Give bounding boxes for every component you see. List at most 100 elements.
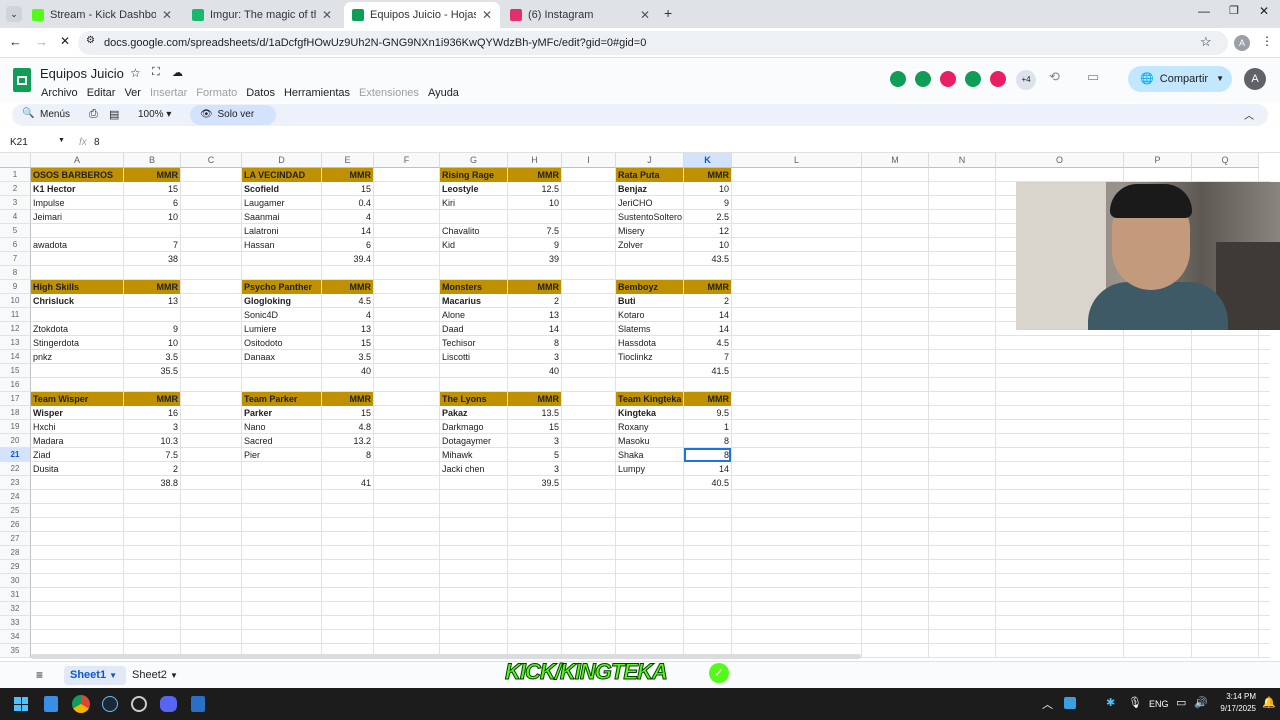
team-name-cell[interactable]: Monsters (440, 280, 507, 294)
player-name-cell[interactable]: Jeimari (31, 210, 123, 224)
team-name-cell[interactable]: High Skills (31, 280, 123, 294)
row-header[interactable]: 15 (0, 364, 31, 378)
team-name-cell[interactable]: Rising Rage (440, 168, 507, 182)
player-mmr-cell[interactable]: 2.5 (684, 210, 731, 224)
row-header[interactable]: 18 (0, 406, 31, 420)
row-header[interactable]: 3 (0, 196, 31, 210)
column-header[interactable]: E (322, 153, 374, 168)
player-name-cell[interactable]: Daad (440, 322, 507, 336)
menu-search-label[interactable]: Menús (40, 109, 70, 120)
player-mmr-cell[interactable]: 15 (508, 420, 561, 434)
player-name-cell[interactable]: Alone (440, 308, 507, 322)
team-total-cell[interactable]: 35.5 (124, 364, 180, 378)
team-total-cell[interactable]: 40 (322, 364, 373, 378)
site-info-icon[interactable]: ⚙ (86, 35, 95, 46)
row-header[interactable]: 7 (0, 252, 31, 266)
row-header[interactable]: 1 (0, 168, 31, 182)
player-mmr-cell[interactable]: 15 (322, 336, 373, 350)
player-name-cell[interactable]: Nano (242, 420, 321, 434)
collaborator-avatar[interactable] (938, 69, 958, 89)
player-mmr-cell[interactable]: 2 (124, 462, 180, 476)
select-all-corner[interactable] (0, 153, 31, 168)
menu-herramientas[interactable]: Herramientas (284, 87, 350, 99)
collaborator-avatar[interactable] (888, 69, 908, 89)
player-name-cell[interactable]: Chavalito (440, 224, 507, 238)
row-header[interactable]: 31 (0, 588, 31, 602)
player-name-cell[interactable]: Glogloking (242, 294, 321, 308)
row-header[interactable]: 22 (0, 462, 31, 476)
player-name-cell[interactable]: Techisor (440, 336, 507, 350)
new-tab-button[interactable]: + (664, 5, 672, 21)
player-name-cell[interactable]: Impulse (31, 196, 123, 210)
player-mmr-cell[interactable]: 3 (508, 434, 561, 448)
row-header[interactable]: 28 (0, 546, 31, 560)
team-name-cell[interactable]: Team Parker (242, 392, 321, 406)
player-mmr-cell[interactable]: 13 (508, 308, 561, 322)
menu-extensiones[interactable]: Extensiones (359, 87, 419, 99)
player-name-cell[interactable]: Shaka (616, 448, 683, 462)
collaborators-more[interactable]: +4 (1016, 70, 1036, 90)
formula-input[interactable]: 8 (94, 137, 100, 148)
player-name-cell[interactable]: Lalatroni (242, 224, 321, 238)
player-name-cell[interactable]: Kingteka (616, 406, 683, 420)
player-mmr-cell[interactable]: 6 (322, 238, 373, 252)
mmr-header-cell[interactable]: MMR (508, 392, 561, 406)
column-header[interactable]: H (508, 153, 562, 168)
column-header[interactable]: N (929, 153, 996, 168)
player-mmr-cell[interactable]: 12 (684, 224, 731, 238)
player-name-cell[interactable]: SustentoSoltero (616, 210, 683, 224)
share-button[interactable]: 🌐 Compartir ▼ (1128, 66, 1232, 92)
team-total-cell[interactable]: 39.4 (322, 252, 373, 266)
player-mmr-cell[interactable]: 4 (322, 210, 373, 224)
browser-tab[interactable]: Equipos Juicio - Hojas de cálcul✕ (344, 2, 500, 28)
row-header[interactable]: 24 (0, 490, 31, 504)
menu-formato[interactable]: Formato (196, 87, 237, 99)
row-header[interactable]: 14 (0, 350, 31, 364)
collaborator-avatar[interactable] (963, 69, 983, 89)
team-name-cell[interactable]: Team Kingteka (616, 392, 683, 406)
mmr-header-cell[interactable]: MMR (124, 168, 180, 182)
sheets-logo-icon[interactable] (13, 68, 31, 92)
row-header[interactable]: 33 (0, 616, 31, 630)
player-name-cell[interactable]: Hassan (242, 238, 321, 252)
browser-profile-avatar[interactable]: A (1234, 35, 1250, 51)
row-header[interactable]: 5 (0, 224, 31, 238)
browser-tab[interactable]: Imgur: The magic of the Interne✕ (184, 2, 340, 28)
doc-title[interactable]: Equipos Juicio (40, 66, 124, 81)
clock-time[interactable]: 3:14 PM (1216, 692, 1256, 701)
team-total-cell[interactable]: 39 (508, 252, 561, 266)
row-header[interactable]: 8 (0, 266, 31, 280)
mmr-header-cell[interactable]: MMR (124, 392, 180, 406)
row-header[interactable]: 9 (0, 280, 31, 294)
row-header[interactable]: 23 (0, 476, 31, 490)
player-mmr-cell[interactable]: 2 (684, 294, 731, 308)
player-mmr-cell[interactable]: 3.5 (322, 350, 373, 364)
player-mmr-cell[interactable]: 14 (684, 322, 731, 336)
player-name-cell[interactable]: Leostyle (440, 182, 507, 196)
mmr-header-cell[interactable]: MMR (322, 392, 373, 406)
tab-list-button[interactable]: ⌄ (6, 6, 22, 22)
history-icon[interactable]: ⟲ (1049, 69, 1060, 85)
row-header[interactable]: 29 (0, 560, 31, 574)
row-header[interactable]: 16 (0, 378, 31, 392)
player-mmr-cell[interactable]: 15 (124, 182, 180, 196)
print-icon[interactable]: ⎙ (89, 108, 98, 121)
notifications-icon[interactable]: 🔔 (1262, 696, 1276, 709)
row-header[interactable]: 30 (0, 574, 31, 588)
player-mmr-cell[interactable]: 10 (508, 196, 561, 210)
player-name-cell[interactable]: Kiri (440, 196, 507, 210)
minimize-button[interactable]: — (1198, 4, 1210, 18)
file-explorer-icon[interactable] (44, 696, 58, 712)
player-name-cell[interactable]: Hassdota (616, 336, 683, 350)
windows-start-icon[interactable] (14, 697, 28, 711)
player-name-cell[interactable]: Saanmai (242, 210, 321, 224)
player-mmr-cell[interactable]: 15 (322, 406, 373, 420)
player-name-cell[interactable]: Liscotti (440, 350, 507, 364)
column-header[interactable]: O (996, 153, 1124, 168)
move-icon[interactable]: ⛶ (152, 66, 160, 79)
forward-icon[interactable]: → (35, 34, 48, 49)
browser-menu-icon[interactable]: ⋮ (1261, 34, 1273, 48)
player-name-cell[interactable]: Wisper (31, 406, 123, 420)
star-icon[interactable]: ☆ (130, 66, 141, 80)
player-mmr-cell[interactable]: 7.5 (124, 448, 180, 462)
